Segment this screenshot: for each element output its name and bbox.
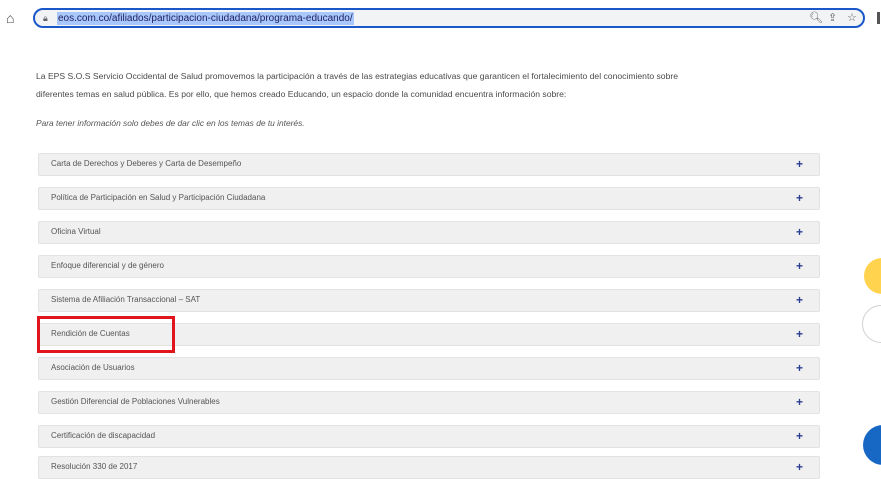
plus-icon[interactable]: +	[796, 361, 803, 375]
accordion-item-label: Asociación de Usuarios	[51, 363, 135, 372]
accordion-item-carta-derechos[interactable]: Carta de Derechos y Deberes y Carta de D…	[38, 153, 820, 176]
accordion-item-certificacion-discapacidad[interactable]: Certificación de discapacidad +	[38, 425, 820, 448]
accordion-item-resolucion-330[interactable]: Resolución 330 de 2017 +	[38, 456, 820, 479]
accordion-item-label: Sistema de Afiliación Transaccional – SA…	[51, 295, 201, 304]
accordion-item-asociacion-usuarios[interactable]: Asociación de Usuarios +	[38, 357, 820, 380]
highlight-box	[37, 316, 175, 353]
floating-accessibility-button[interactable]	[864, 258, 881, 294]
zoom-icon[interactable]: 🔍︎	[809, 12, 823, 24]
intro-line-1: La EPS S.O.S Servicio Occidental de Salu…	[36, 71, 679, 81]
floating-chat-button[interactable]	[863, 425, 881, 465]
intro-text: La EPS S.O.S Servicio Occidental de Salu…	[36, 67, 826, 103]
plus-icon[interactable]: +	[796, 225, 803, 239]
floating-secondary-button[interactable]	[862, 305, 881, 343]
accordion-item-label: Enfoque diferencial y de género	[51, 261, 164, 270]
url-text[interactable]: eos.com.co/afiliados/participacion-ciuda…	[57, 12, 354, 25]
accordion-item-label: Carta de Derechos y Deberes y Carta de D…	[51, 159, 242, 168]
share-icon[interactable]: ⇪	[828, 12, 837, 24]
accordion-item-poblaciones-vulnerables[interactable]: Gestión Diferencial de Poblaciones Vulne…	[38, 391, 820, 414]
plus-icon[interactable]: +	[796, 293, 803, 307]
plus-icon[interactable]: +	[796, 327, 803, 341]
toolbar-edge-button[interactable]	[877, 12, 880, 24]
accordion-item-politica-participacion[interactable]: Política de Participación en Salud y Par…	[38, 187, 820, 210]
accordion-item-sat[interactable]: Sistema de Afiliación Transaccional – SA…	[38, 289, 820, 312]
accordion-item-label: Certificación de discapacidad	[51, 431, 156, 440]
accordion-item-enfoque-diferencial[interactable]: Enfoque diferencial y de género +	[38, 255, 820, 278]
accordion-item-label: Gestión Diferencial de Poblaciones Vulne…	[51, 397, 220, 406]
plus-icon[interactable]: +	[796, 460, 803, 474]
accordion-item-label: Resolución 330 de 2017	[51, 462, 138, 471]
accordion-item-label: Oficina Virtual	[51, 227, 101, 236]
address-bar[interactable]: 🔒︎ eos.com.co/afiliados/participacion-ci…	[33, 8, 865, 28]
hint-text: Para tener información solo debes de dar…	[36, 118, 305, 128]
star-icon[interactable]: ☆	[847, 12, 857, 24]
plus-icon[interactable]: +	[796, 157, 803, 171]
accordion-item-label: Política de Participación en Salud y Par…	[51, 193, 266, 202]
plus-icon[interactable]: +	[796, 429, 803, 443]
intro-line-2: diferentes temas en salud pública. Es po…	[36, 89, 567, 99]
plus-icon[interactable]: +	[796, 191, 803, 205]
lock-icon[interactable]: 🔒︎	[43, 13, 48, 24]
accordion-item-oficina-virtual[interactable]: Oficina Virtual +	[38, 221, 820, 244]
home-icon[interactable]: ⌂	[6, 11, 20, 25]
plus-icon[interactable]: +	[796, 259, 803, 273]
plus-icon[interactable]: +	[796, 395, 803, 409]
browser-toolbar: ⌂ 🔒︎ eos.com.co/afiliados/participacion-…	[0, 0, 881, 36]
